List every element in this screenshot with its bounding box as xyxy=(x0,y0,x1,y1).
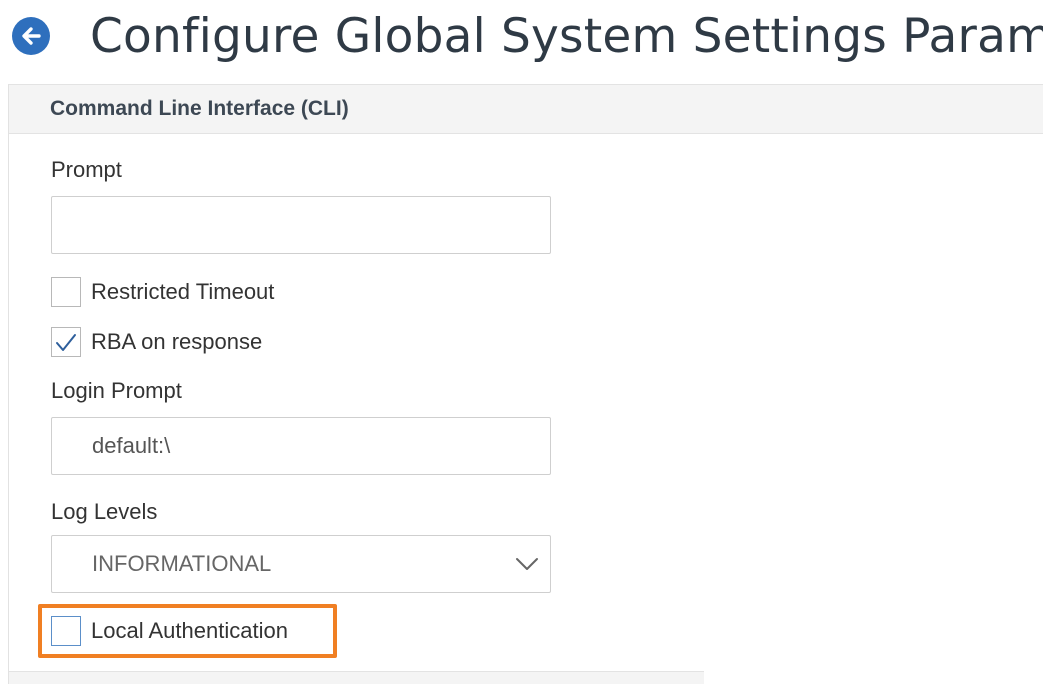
rba-on-response-label: RBA on response xyxy=(91,329,263,354)
login-prompt-input[interactable]: default:\ xyxy=(51,417,551,475)
rba-on-response-checkbox-row[interactable]: RBA on response xyxy=(51,327,262,357)
rba-on-response-checkbox[interactable] xyxy=(51,327,81,357)
section-title: Command Line Interface (CLI) xyxy=(50,97,349,120)
log-levels-selected-value: INFORMATIONAL xyxy=(92,551,272,576)
page-header: Configure Global System Settings Param xyxy=(12,4,1043,68)
checkmark-icon xyxy=(56,334,76,351)
page: Configure Global System Settings Param C… xyxy=(0,0,1043,684)
next-section-header xyxy=(9,671,704,684)
back-button[interactable] xyxy=(12,17,50,55)
restricted-timeout-label: Restricted Timeout xyxy=(91,279,275,304)
local-authentication-checkbox[interactable] xyxy=(51,616,81,646)
page-title: Configure Global System Settings Param xyxy=(90,8,1043,64)
log-levels-label: Log Levels xyxy=(51,499,158,524)
login-prompt-label: Login Prompt xyxy=(51,378,182,403)
arrow-left-icon xyxy=(22,27,41,45)
restricted-timeout-checkbox-row[interactable]: Restricted Timeout xyxy=(51,277,274,307)
cli-panel: Command Line Interface (CLI) Prompt Rest… xyxy=(8,84,1043,684)
prompt-label: Prompt xyxy=(51,157,122,182)
log-levels-select[interactable]: INFORMATIONAL xyxy=(51,535,551,593)
restricted-timeout-checkbox[interactable] xyxy=(51,277,81,307)
local-authentication-checkbox-row[interactable]: Local Authentication xyxy=(51,616,288,646)
section-header[interactable]: Command Line Interface (CLI) xyxy=(9,84,1043,134)
prompt-input[interactable] xyxy=(51,196,551,254)
local-authentication-label: Local Authentication xyxy=(91,618,288,643)
chevron-down-icon xyxy=(516,558,538,570)
